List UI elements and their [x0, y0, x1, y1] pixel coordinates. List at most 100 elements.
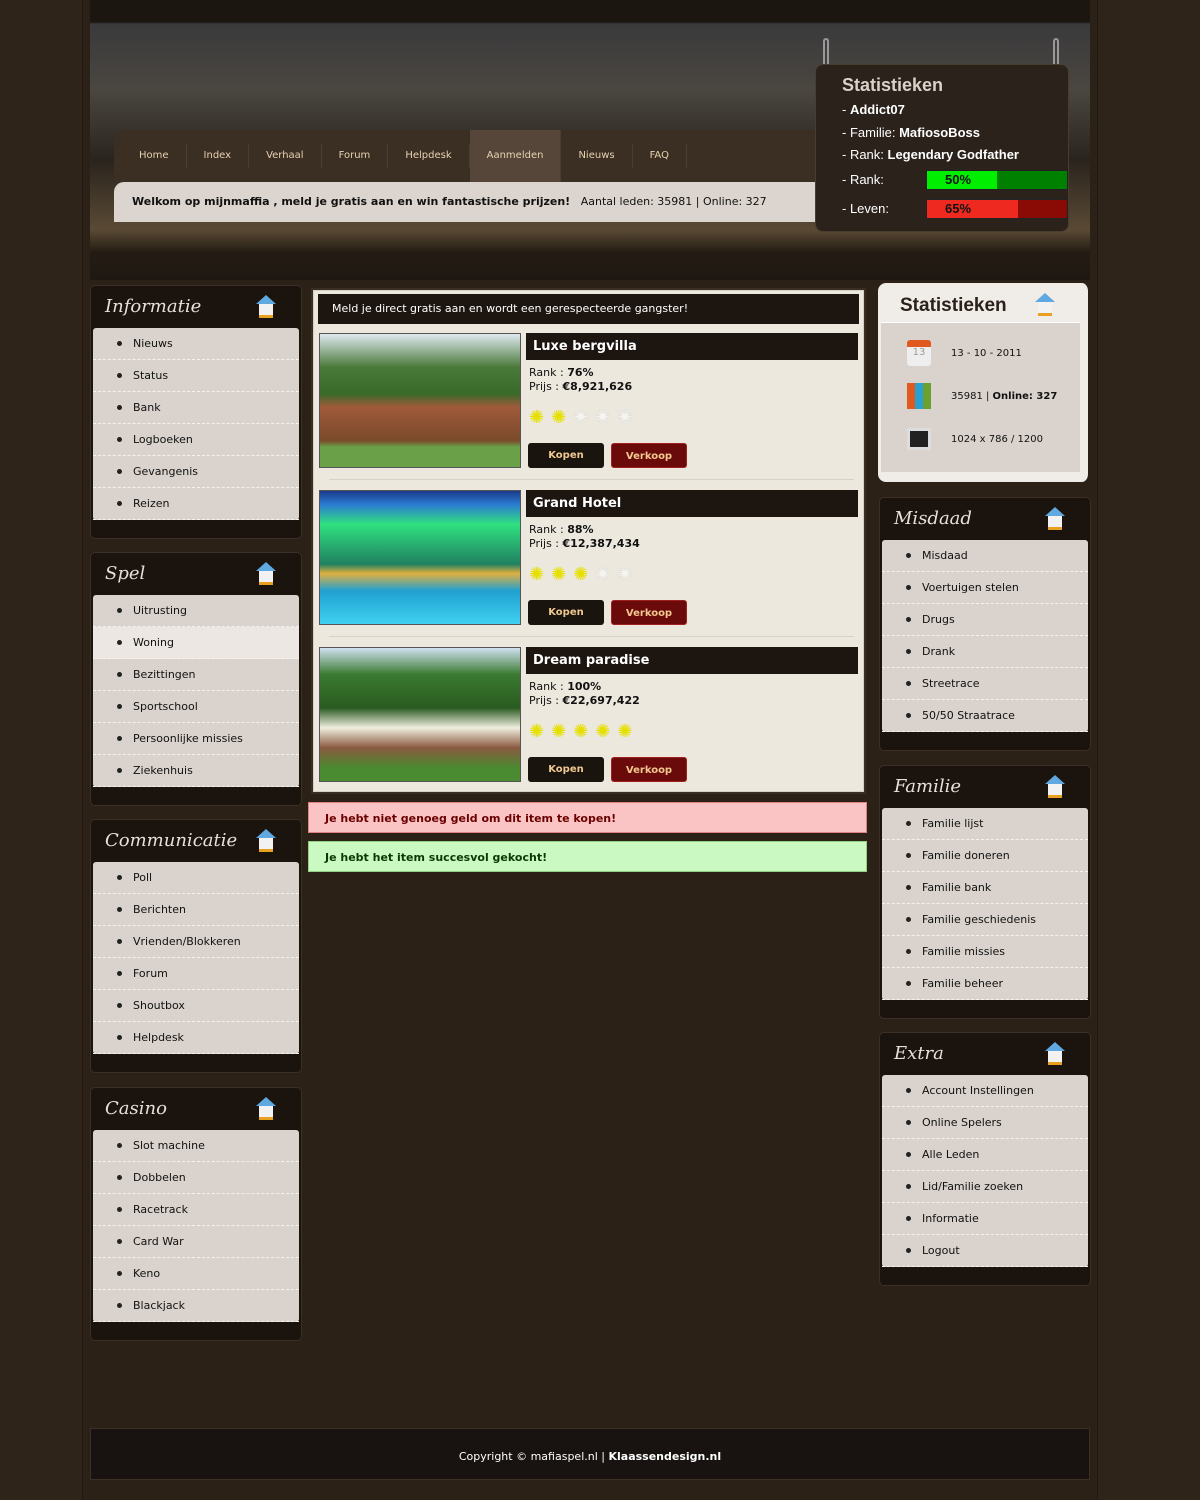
menu-item[interactable]: Vrienden/Blokkeren [93, 926, 299, 958]
home-icon[interactable] [255, 295, 277, 318]
footer: Copyright © mafiaspel.nl | Klaassendesig… [90, 1428, 1090, 1480]
menu-list: Uitrusting Woning Bezittingen Sportschool Pe… [93, 595, 299, 787]
sell-button[interactable]: Verkoop [611, 600, 687, 625]
site-stats-panel: Statistieken 13 13 - 10 - 2011 35981 | On… [878, 283, 1090, 482]
home-icon[interactable] [255, 829, 277, 852]
panel-title: Informatie [105, 296, 202, 317]
menu-item[interactable]: Card War [93, 1226, 299, 1258]
menu-item[interactable]: Uitrusting [93, 595, 299, 627]
menu-item[interactable]: Forum [93, 958, 299, 990]
menu-item[interactable]: Ziekenhuis [93, 755, 299, 787]
home-icon[interactable] [255, 562, 277, 585]
nav-faq[interactable]: FAQ [633, 144, 687, 168]
sell-button[interactable]: Verkoop [611, 757, 687, 782]
menu-item[interactable]: Helpdesk [93, 1022, 299, 1054]
menu-item[interactable]: Logboeken [93, 424, 299, 456]
product-rank: 100% [567, 680, 602, 693]
menu-item[interactable]: Informatie [882, 1203, 1088, 1235]
rank-row: Rank : 88% [529, 523, 640, 537]
rank-row: Rank : 100% [529, 680, 640, 694]
menu-item[interactable]: Logout [882, 1235, 1088, 1267]
menu-item[interactable]: Familie beheer [882, 968, 1088, 1000]
star-icon: ✺ [617, 564, 633, 585]
online-value: Online: 327 [992, 390, 1058, 402]
product-name: Dream paradise [526, 647, 858, 674]
current-date: 13 - 10 - 2011 [951, 347, 1022, 359]
members-value: 35981 | [951, 390, 993, 402]
welcome-text: Welkom op mijnmaffia , meld je gratis aa… [132, 195, 571, 208]
screen-resolution: 1024 x 786 / 1200 [951, 433, 1043, 445]
home-icon[interactable] [255, 1097, 277, 1120]
product-name: Luxe bergvilla [526, 333, 858, 360]
menu-item[interactable]: Reizen [93, 488, 299, 520]
menu-panel-informatie: Informatie Nieuws Status Bank Logboeken Gevan… [90, 285, 302, 539]
menu-item[interactable]: Shoutbox [93, 990, 299, 1022]
menu-item[interactable]: 50/50 Straatrace [882, 700, 1088, 732]
home-icon[interactable] [1044, 1042, 1066, 1065]
menu-item[interactable]: Familie geschiedenis [882, 904, 1088, 936]
nav-helpdesk[interactable]: Helpdesk [388, 144, 470, 168]
menu-item[interactable]: Drank [882, 636, 1088, 668]
menu-item[interactable]: Familie lijst [882, 808, 1088, 840]
menu-item[interactable]: Familie missies [882, 936, 1088, 968]
menu-item[interactable]: Familie bank [882, 872, 1088, 904]
label: - Familie: [842, 124, 900, 140]
menu-item[interactable]: Familie doneren [882, 840, 1088, 872]
nav-nieuws[interactable]: Nieuws [561, 144, 633, 168]
footer-link[interactable]: Klaassendesign.nl [608, 1450, 721, 1463]
nav-index[interactable]: Index [187, 144, 250, 168]
intro-bar: Meld je direct gratis aan en wordt een g… [318, 294, 859, 324]
nav-home[interactable]: Home [122, 144, 187, 168]
member-stats: 35981 | Online: 327 [951, 391, 1057, 402]
star-icon: ✺ [617, 721, 633, 742]
menu-item[interactable]: Drugs [882, 604, 1088, 636]
panel-header: Casino [93, 1090, 299, 1130]
home-icon[interactable] [1044, 507, 1066, 530]
menu-item[interactable]: Dobbelen [93, 1162, 299, 1194]
price-label: Prijs : [529, 537, 563, 550]
menu-panel-familie: Familie Familie lijst Familie doneren Famil… [879, 765, 1091, 1019]
menu-item[interactable]: Racetrack [93, 1194, 299, 1226]
nav-verhaal[interactable]: Verhaal [249, 144, 322, 168]
buy-button[interactable]: Kopen [528, 757, 604, 782]
home-icon[interactable] [1034, 293, 1056, 316]
menu-item[interactable]: Sportschool [93, 691, 299, 723]
home-icon[interactable] [1044, 775, 1066, 798]
welcome-bar: Welkom op mijnmaffia , meld je gratis aa… [114, 182, 816, 222]
rank-row: Rank : 76% [529, 366, 632, 380]
menu-item[interactable]: Streetrace [882, 668, 1088, 700]
sell-button[interactable]: Verkoop [611, 443, 687, 468]
menu-item[interactable]: Blackjack [93, 1290, 299, 1322]
panel-header: Familie [882, 768, 1088, 808]
menu-item[interactable]: Nieuws [93, 328, 299, 360]
menu-item[interactable]: Persoonlijke missies [93, 723, 299, 755]
menu-item[interactable]: Misdaad [882, 540, 1088, 572]
product-info: Rank : 100% Prijs : €22,697,422 [529, 680, 640, 708]
menu-list: Poll Berichten Vrienden/Blokkeren Forum Shou… [93, 862, 299, 1054]
menu-item[interactable]: Bezittingen [93, 659, 299, 691]
menu-item[interactable]: Voertuigen stelen [882, 572, 1088, 604]
menu-item[interactable]: Account Instellingen [882, 1075, 1088, 1107]
product-rank: 88% [567, 523, 594, 536]
menu-item[interactable]: Lid/Familie zoeken [882, 1171, 1088, 1203]
player-stats-title: Statistieken [842, 75, 944, 95]
nav-aanmelden[interactable]: Aanmelden [469, 130, 562, 182]
buy-button[interactable]: Kopen [528, 600, 604, 625]
nav-forum[interactable]: Forum [322, 144, 389, 168]
housing-shop: Meld je direct gratis aan en wordt een g… [311, 288, 866, 794]
member-count: Aantal leden: 35981 | Online: 327 [580, 195, 767, 208]
menu-item[interactable]: Slot machine [93, 1130, 299, 1162]
menu-item[interactable]: Online Spelers [882, 1107, 1088, 1139]
panel-title: Communicatie [105, 830, 238, 851]
menu-item[interactable]: Poll [93, 862, 299, 894]
menu-item[interactable]: Woning [93, 627, 299, 659]
label: - Rank: [842, 171, 884, 187]
menu-item[interactable]: Alle Leden [882, 1139, 1088, 1171]
buy-button[interactable]: Kopen [528, 443, 604, 468]
menu-item[interactable]: Berichten [93, 894, 299, 926]
menu-item[interactable]: Status [93, 360, 299, 392]
menu-item[interactable]: Keno [93, 1258, 299, 1290]
menu-item[interactable]: Gevangenis [93, 456, 299, 488]
menu-item[interactable]: Bank [93, 392, 299, 424]
error-message: Je hebt niet genoeg geld om dit item te … [308, 802, 867, 833]
